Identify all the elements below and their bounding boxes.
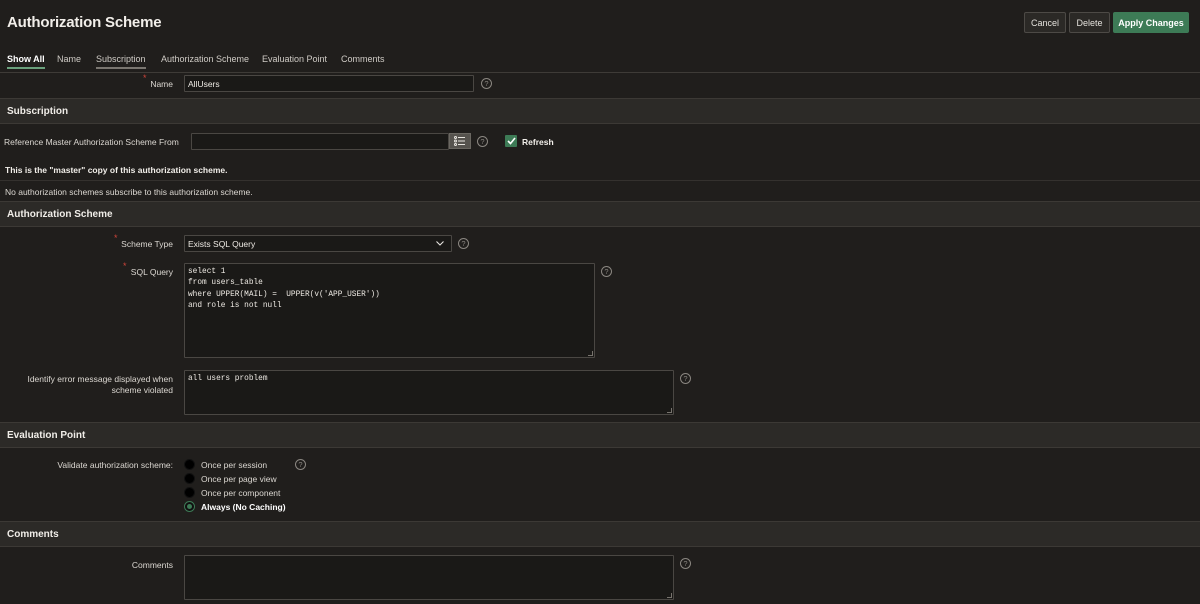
refresh-label: Refresh xyxy=(522,137,554,147)
reference-master-input[interactable] xyxy=(191,133,449,150)
radio-label-always-no-caching: Always (No Caching) xyxy=(201,502,286,512)
chevron-down-icon xyxy=(436,241,444,246)
help-icon[interactable]: ? xyxy=(680,373,691,384)
section-subscription: Subscription xyxy=(0,98,1200,124)
tabs-divider xyxy=(0,72,1200,73)
reference-master-label: Reference Master Authorization Scheme Fr… xyxy=(4,137,179,147)
sql-query-textarea[interactable]: select 1 from users_table where UPPER(MA… xyxy=(184,263,595,358)
radio-once-per-component[interactable] xyxy=(184,487,195,498)
error-message-label: Identify error message displayed when sc… xyxy=(8,374,173,396)
cancel-button[interactable]: Cancel xyxy=(1024,12,1066,33)
tab-subscription[interactable]: Subscription xyxy=(96,54,146,69)
tab-comments[interactable]: Comments xyxy=(341,54,385,67)
section-title: Evaluation Point xyxy=(7,430,86,441)
apply-changes-button[interactable]: Apply Changes xyxy=(1113,12,1189,33)
section-authorization-scheme: Authorization Scheme xyxy=(0,201,1200,227)
delete-button[interactable]: Delete xyxy=(1069,12,1110,33)
section-title: Subscription xyxy=(7,106,69,117)
page-title: Authorization Scheme xyxy=(7,14,162,31)
subscribers-note: No authorization schemes subscribe to th… xyxy=(5,187,253,197)
help-icon[interactable]: ? xyxy=(680,558,691,569)
section-evaluation-point: Evaluation Point xyxy=(0,422,1200,448)
scheme-type-label: Scheme Type xyxy=(121,239,173,249)
radio-always-no-caching[interactable] xyxy=(184,501,195,512)
help-icon[interactable]: ? xyxy=(481,78,492,89)
radio-label-once-per-component: Once per component xyxy=(201,488,281,498)
tab-evaluation-point[interactable]: Evaluation Point xyxy=(262,54,327,67)
comments-label: Comments xyxy=(131,560,173,570)
name-input[interactable]: AllUsers xyxy=(184,75,474,92)
radio-once-per-session[interactable] xyxy=(184,459,195,470)
help-icon[interactable]: ? xyxy=(295,459,306,470)
resize-handle[interactable] xyxy=(588,351,593,356)
validate-label: Validate authorization scheme: xyxy=(57,460,173,470)
error-message-textarea[interactable]: all users problem xyxy=(184,370,674,415)
radio-label-once-per-session: Once per session xyxy=(201,460,268,470)
refresh-checkbox[interactable] xyxy=(505,135,517,147)
tab-show-all[interactable]: Show All xyxy=(7,54,45,69)
scheme-type-select[interactable]: Exists SQL Query xyxy=(184,235,452,252)
help-icon[interactable]: ? xyxy=(601,266,612,277)
list-icon[interactable] xyxy=(449,133,471,149)
help-icon[interactable]: ? xyxy=(477,136,488,147)
error-label-line1: Identify error message displayed when xyxy=(27,374,173,384)
name-label: Name xyxy=(150,79,173,89)
comments-textarea[interactable] xyxy=(184,555,674,600)
sql-query-value: select 1 from users_table where UPPER(MA… xyxy=(188,268,380,310)
sql-query-label: SQL Query xyxy=(130,267,173,277)
help-icon[interactable]: ? xyxy=(458,238,469,249)
master-copy-note: This is the "master" copy of this author… xyxy=(5,165,228,175)
radio-label-once-per-page-view: Once per page view xyxy=(201,474,277,484)
section-title: Authorization Scheme xyxy=(7,209,113,220)
resize-handle[interactable] xyxy=(667,408,672,413)
scheme-type-value: Exists SQL Query xyxy=(188,239,256,249)
divider xyxy=(0,180,1200,181)
check-icon xyxy=(506,137,516,145)
tab-name[interactable]: Name xyxy=(57,54,81,67)
error-label-line2: scheme violated xyxy=(111,385,173,395)
section-comments: Comments xyxy=(0,521,1200,547)
error-message-value: all users problem xyxy=(188,375,268,383)
section-title: Comments xyxy=(7,529,59,540)
resize-handle[interactable] xyxy=(667,593,672,598)
tab-authorization-scheme[interactable]: Authorization Scheme xyxy=(161,54,249,67)
radio-once-per-page-view[interactable] xyxy=(184,473,195,484)
